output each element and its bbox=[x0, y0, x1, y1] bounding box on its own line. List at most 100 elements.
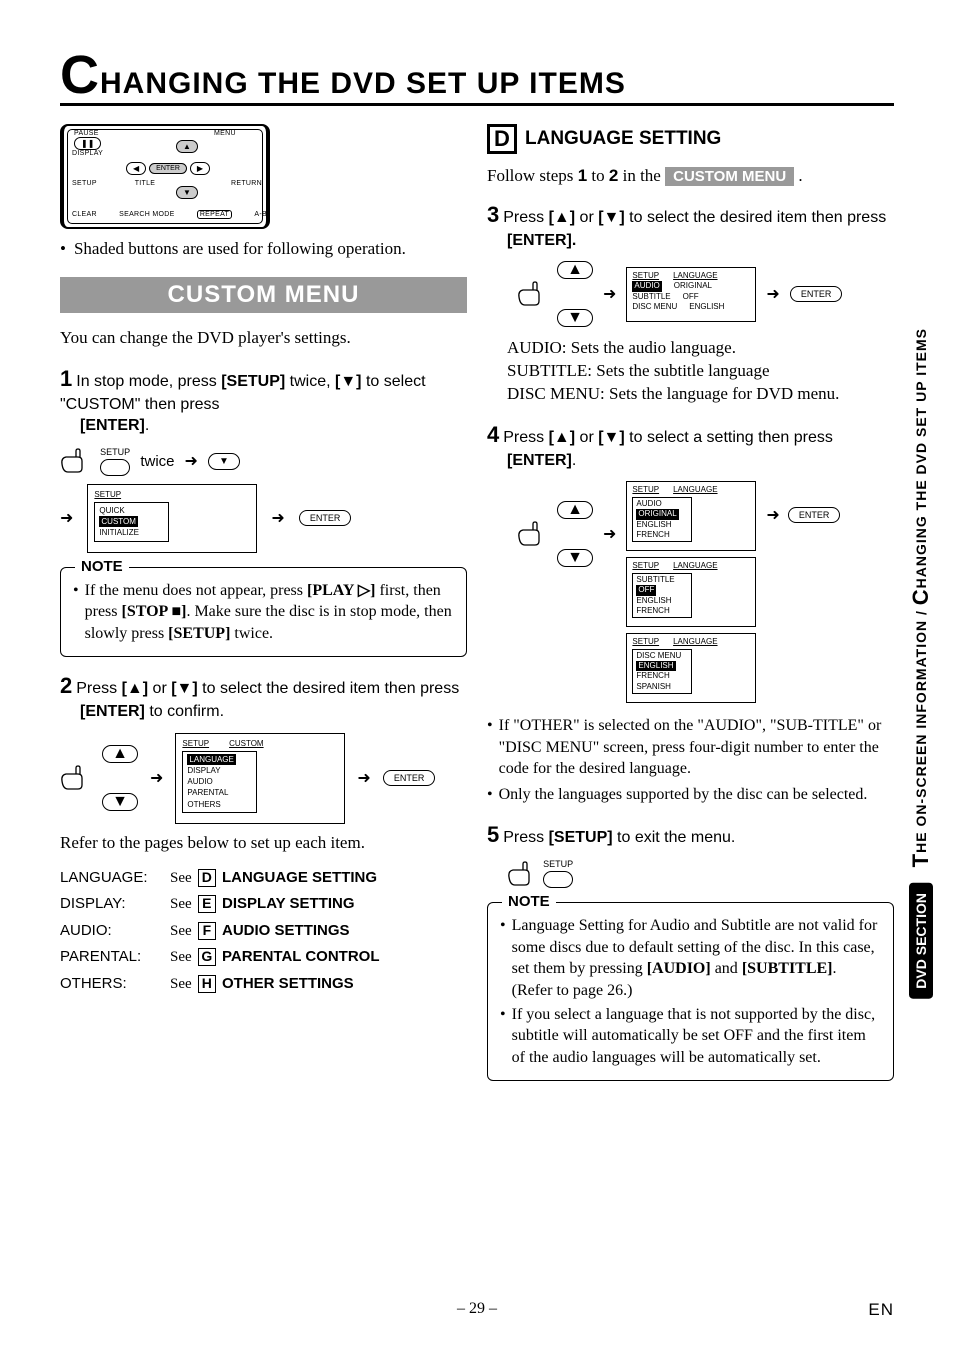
enter-oval-button: ENTER bbox=[383, 770, 436, 786]
down-button: ▼ bbox=[176, 186, 198, 199]
up-button: ▲ bbox=[176, 140, 198, 153]
subtitle-lang-screen: SETUPLANGUAGE SUBTITLE OFF ENGLISH FRENC… bbox=[626, 557, 756, 627]
refer-text: Refer to the pages below to set up each … bbox=[60, 832, 467, 855]
ref-letter-g: G bbox=[198, 948, 216, 966]
left-button: ◀ bbox=[126, 162, 146, 175]
chapter-title-rest: HANGING THE DVD SET UP ITEMS bbox=[100, 67, 626, 100]
step-5-diagram: SETUP bbox=[507, 859, 894, 888]
page-number: – 29 – bbox=[457, 1300, 497, 1318]
left-column: PAUSE❚❚ MENU ▲ DISPLAY ◀ ENTER ▶ SETUP T… bbox=[60, 124, 467, 1081]
page-lang: EN bbox=[868, 1300, 894, 1320]
desc-disc-menu: DISC MENU: Sets the language for DVD men… bbox=[507, 383, 894, 406]
shaded-note: •Shaded buttons are used for following o… bbox=[60, 239, 467, 259]
remote-pause-label: PAUSE bbox=[74, 130, 101, 137]
remote-return-label: RETURN bbox=[231, 180, 262, 187]
right-column: D LANGUAGE SETTING Follow steps 1 to 2 i… bbox=[487, 124, 894, 1081]
side-section-tag: DVD SECTION bbox=[909, 883, 933, 999]
step-4-diagram: ▲ ▼ ➜ SETUPLANGUAGE AUDIO ORIGINAL ENGLI… bbox=[517, 481, 894, 703]
ref-row-audio: AUDIO:See F AUDIO SETTINGS bbox=[60, 918, 467, 945]
hand-icon bbox=[517, 281, 547, 307]
bullet-supported: Only the languages supported by the disc… bbox=[499, 784, 868, 806]
reference-table: LANGUAGE:See D LANGUAGE SETTING DISPLAY:… bbox=[60, 865, 467, 998]
desc-subtitle: SUBTITLE: Sets the subtitle language bbox=[507, 360, 894, 383]
note-2-item-1: Language Setting for Audio and Subtitle … bbox=[500, 915, 881, 1001]
hand-icon bbox=[60, 765, 90, 791]
custom-menu-intro: You can change the DVD player's settings… bbox=[60, 327, 467, 350]
ref-letter-h: H bbox=[198, 975, 216, 993]
custom-menu-screen: SETUPCUSTOM LANGUAGE DISPLAY AUDIO PAREN… bbox=[175, 733, 345, 824]
up-down-buttons: ▲ ▼ bbox=[557, 501, 593, 567]
custom-menu-heading: CUSTOM MENU bbox=[60, 277, 467, 313]
arrow-right-icon: ➜ bbox=[766, 505, 779, 525]
bullet-other: If "OTHER" is selected on the "AUDIO", "… bbox=[499, 715, 894, 780]
arrow-right-icon: ➜ bbox=[271, 508, 284, 528]
custom-menu-tag: CUSTOM MENU bbox=[665, 167, 794, 186]
arrow-right-icon: ➜ bbox=[150, 768, 163, 788]
remote-repeat-label: REPEAT bbox=[197, 210, 232, 219]
follow-steps-text: Follow steps 1 to 2 in the CUSTOM MENU . bbox=[487, 166, 894, 186]
down-oval-button: ▼ bbox=[208, 453, 240, 470]
hand-icon bbox=[517, 521, 547, 547]
note-label: NOTE bbox=[75, 558, 129, 575]
section-d-heading: LANGUAGE SETTING bbox=[525, 128, 721, 150]
arrow-right-icon: ➜ bbox=[357, 768, 370, 788]
pause-button: ❚❚ bbox=[74, 137, 101, 150]
ref-row-display: DISPLAY:See E DISPLAY SETTING bbox=[60, 891, 467, 918]
note-1-item: If the menu does not appear, press [PLAY… bbox=[73, 580, 454, 645]
audio-lang-screen: SETUPLANGUAGE AUDIO ORIGINAL ENGLISH FRE… bbox=[626, 481, 756, 551]
remote-diagram: PAUSE❚❚ MENU ▲ DISPLAY ◀ ENTER ▶ SETUP T… bbox=[60, 124, 270, 229]
down-arrow-button: ▼ bbox=[557, 549, 593, 567]
remote-clear-label: CLEAR bbox=[72, 211, 97, 218]
remote-display-label: DISPLAY bbox=[72, 150, 103, 157]
up-arrow-button: ▲ bbox=[557, 501, 593, 519]
step-3-diagram: ▲ ▼ ➜ SETUPLANGUAGE AUDIOORIGINAL SUBTIT… bbox=[517, 261, 894, 327]
twice-label: twice bbox=[140, 453, 174, 470]
note-2-item-2: If you select a language that is not sup… bbox=[500, 1004, 881, 1069]
up-down-buttons: ▲ ▼ bbox=[557, 261, 593, 327]
ref-letter-d: D bbox=[198, 869, 216, 887]
desc-audio: AUDIO: Sets the audio language. bbox=[507, 337, 894, 360]
ref-row-parental: PARENTAL:See G PARENTAL CONTROL bbox=[60, 944, 467, 971]
note-box-1: NOTE If the menu does not appear, press … bbox=[60, 567, 467, 658]
note-box-2: NOTE Language Setting for Audio and Subt… bbox=[487, 902, 894, 1081]
setup-oval-button bbox=[543, 871, 573, 888]
step-5: 5Press [SETUP] to exit the menu. bbox=[487, 820, 894, 850]
language-descriptions: AUDIO: Sets the audio language. SUBTITLE… bbox=[507, 337, 894, 406]
ref-letter-f: F bbox=[198, 922, 216, 940]
up-down-buttons: ▲ ▼ bbox=[102, 745, 138, 811]
enter-oval-button: ENTER bbox=[790, 286, 843, 302]
side-tabs: THE ON-SCREEN INFORMATION / CHANGING THE… bbox=[906, 320, 936, 999]
remote-setup-label: SETUP bbox=[72, 180, 97, 187]
shaded-note-text: Shaded buttons are used for following op… bbox=[74, 239, 406, 259]
ref-row-language: LANGUAGE:See D LANGUAGE SETTING bbox=[60, 865, 467, 892]
step-2: 2Press [▲] or [▼] to select the desired … bbox=[60, 671, 467, 722]
enter-button: ENTER bbox=[149, 163, 187, 174]
note-label: NOTE bbox=[502, 893, 556, 910]
ref-row-others: OTHERS:See H OTHER SETTINGS bbox=[60, 971, 467, 998]
section-d-title: D LANGUAGE SETTING bbox=[487, 124, 894, 154]
discmenu-lang-screen: SETUPLANGUAGE DISC MENU ENGLISH FRENCH S… bbox=[626, 633, 756, 703]
arrow-right-icon: ➜ bbox=[603, 524, 616, 544]
ref-letter-e: E bbox=[198, 895, 216, 913]
step-1-diagram-b: ➜ SETUP QUICK CUSTOM INITIALIZE ➜ ENTER bbox=[60, 484, 467, 553]
side-breadcrumb: THE ON-SCREEN INFORMATION / CHANGING THE… bbox=[906, 320, 936, 875]
right-button: ▶ bbox=[190, 162, 210, 175]
setup-mini-label: SETUP bbox=[543, 859, 573, 869]
hand-icon bbox=[507, 861, 537, 887]
enter-oval-button: ENTER bbox=[788, 507, 841, 523]
up-arrow-button: ▲ bbox=[557, 261, 593, 279]
step-1: 1In stop mode, press [SETUP] twice, [▼] … bbox=[60, 364, 467, 437]
arrow-right-icon: ➜ bbox=[60, 508, 73, 528]
hand-icon bbox=[60, 448, 90, 474]
arrow-right-icon: ➜ bbox=[766, 284, 779, 304]
step-1-diagram-a: SETUP twice ➜ ▼ bbox=[60, 447, 467, 476]
setup-menu-screen: SETUP QUICK CUSTOM INITIALIZE bbox=[87, 484, 257, 553]
step-4-bullets: •If "OTHER" is selected on the "AUDIO", … bbox=[487, 715, 894, 805]
arrow-right-icon: ➜ bbox=[185, 451, 198, 471]
remote-search-label: SEARCH MODE bbox=[119, 211, 174, 218]
remote-menu-label: MENU bbox=[214, 130, 236, 137]
section-d-letter: D bbox=[487, 124, 517, 154]
step-4: 4Press [▲] or [▼] to select a setting th… bbox=[487, 420, 894, 471]
arrow-right-icon: ➜ bbox=[603, 284, 616, 304]
remote-ab-label: A-B bbox=[254, 211, 267, 218]
